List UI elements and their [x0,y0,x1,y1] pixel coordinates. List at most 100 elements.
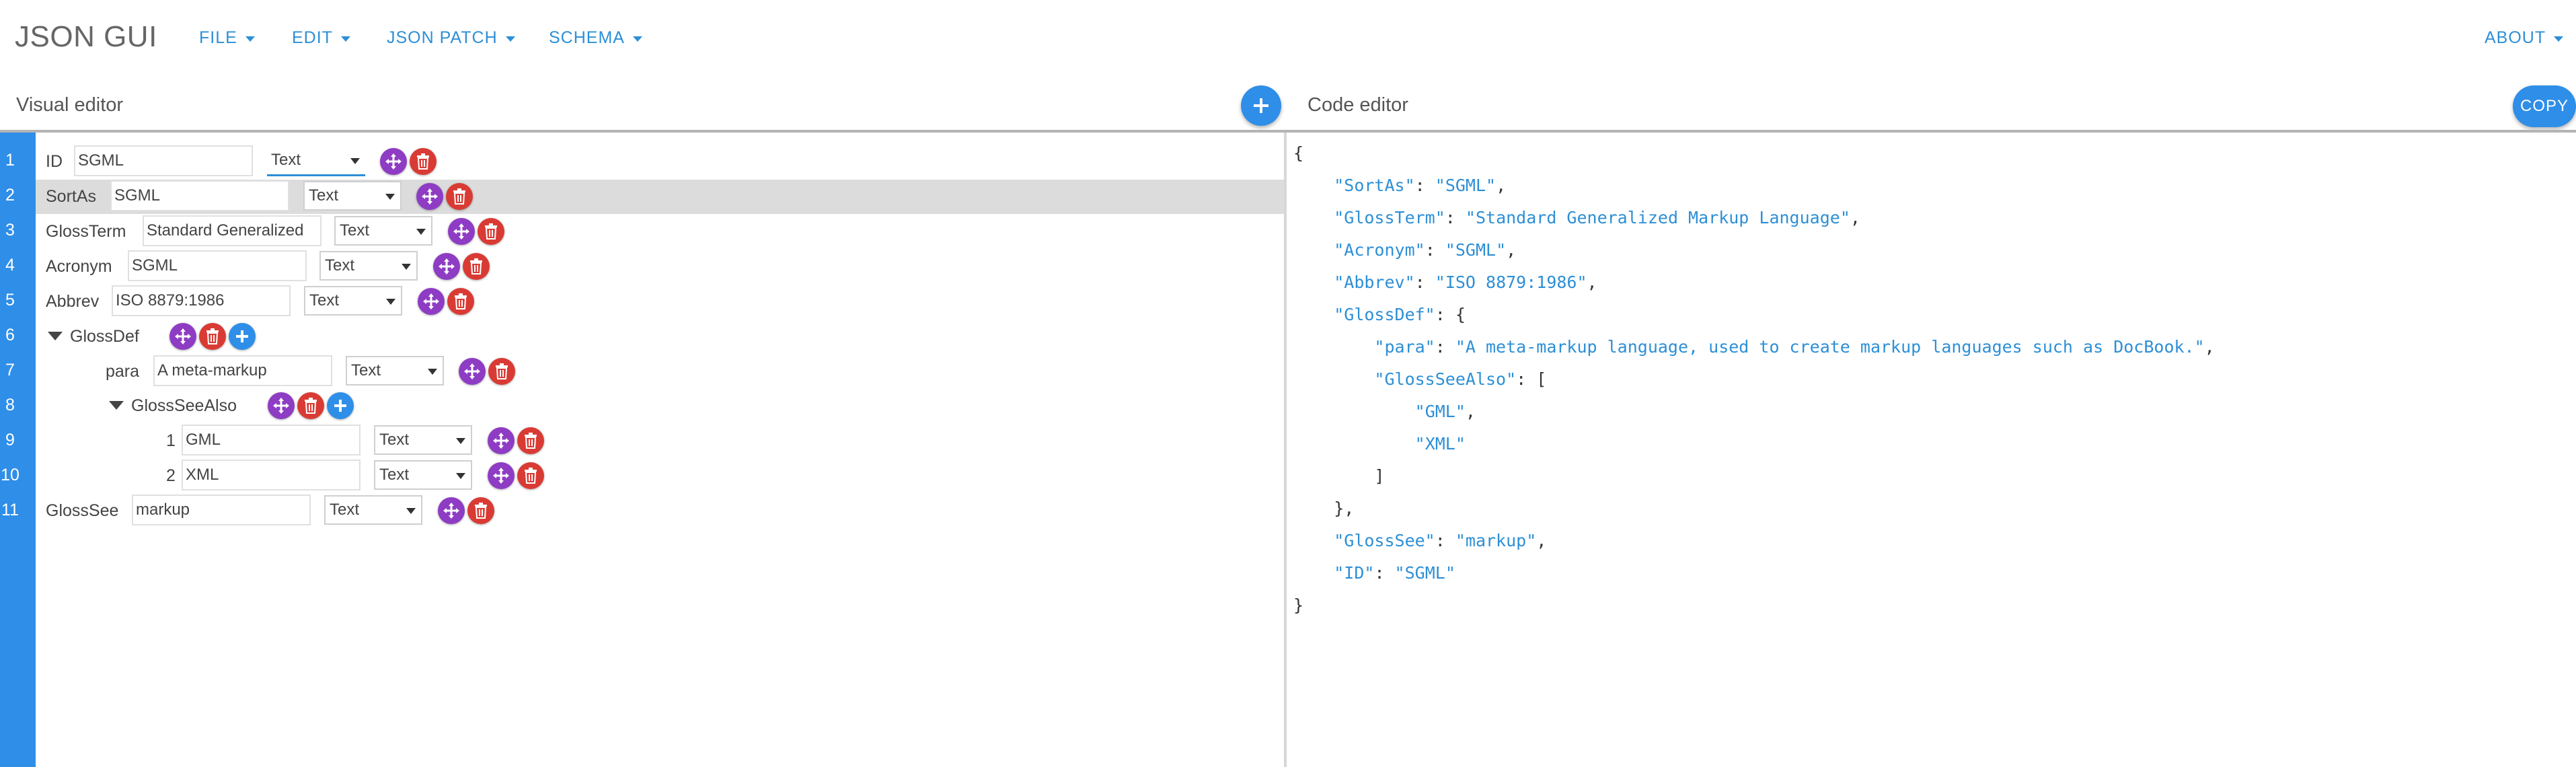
line-number: 4 [5,256,15,275]
code-value: ISO 8879:1986 [1445,272,1577,292]
app-title[interactable]: JSON GUI [15,20,157,54]
collapse-triangle-icon[interactable] [109,401,124,410]
code-value: SGML [1445,176,1486,195]
delete-button[interactable] [297,392,324,419]
code-value: markup [1465,531,1527,550]
menu-file[interactable]: FILE [199,28,255,48]
move-button[interactable] [380,148,407,175]
code-line: { [1293,143,1304,163]
trash-icon [485,223,497,240]
code-line: "GlossDef": { [1334,305,1466,324]
code-line: "Abbrev": "ISO 8879:1986", [1334,272,1597,292]
menu-edit[interactable]: EDIT [292,28,350,48]
type-select[interactable]: Text [374,460,472,490]
chevron-down-icon [2554,36,2564,42]
move-button[interactable] [488,462,515,489]
dropdown-arrow-icon [428,369,437,375]
value-input[interactable]: SGML [128,250,307,281]
move-icon [423,293,439,309]
move-icon [453,223,469,240]
panel-divider[interactable] [1284,133,1287,767]
code-line: ] [1293,466,1385,486]
move-button[interactable] [459,358,486,385]
delete-button[interactable] [467,497,494,524]
menu-about[interactable]: ABOUT [2485,28,2564,48]
key-label[interactable]: GlossDef [70,327,139,346]
delete-button[interactable] [199,323,226,350]
move-icon [493,468,509,484]
move-icon [464,363,480,379]
copy-button[interactable]: COPY [2513,85,2576,127]
code-line: "GlossSeeAlso": [ [1374,369,1547,389]
delete-button[interactable] [410,148,437,175]
dropdown-arrow-icon [456,438,465,444]
key-label[interactable]: SortAs [46,187,96,207]
move-icon [273,398,289,414]
delete-button[interactable] [517,462,544,489]
add-child-button[interactable] [229,323,256,350]
dropdown-arrow-icon [386,299,395,305]
value-input[interactable]: ISO 8879:1986 [112,285,291,316]
move-button[interactable] [268,392,295,419]
move-button[interactable] [418,288,445,315]
delete-button[interactable] [478,218,504,245]
code-value: Standard Generalized Markup Language [1475,208,1840,227]
code-line: }, [1293,499,1355,518]
type-select[interactable]: Text [303,181,402,211]
json-code-view[interactable]: { "SortAs": "SGML", "GlossTerm": "Standa… [1293,137,2215,622]
key-label[interactable]: GlossSee [46,501,118,521]
value-input[interactable]: Standard Generalized [143,215,321,246]
type-select-value: Text [309,186,339,205]
move-button[interactable] [488,427,515,454]
delete-button[interactable] [463,253,490,280]
type-select[interactable]: Text [324,495,422,525]
menu-json-patch[interactable]: JSON PATCH [387,28,515,48]
trash-icon [455,293,467,309]
move-button[interactable] [416,183,443,210]
delete-button[interactable] [446,183,473,210]
code-line: "para": "A meta-markup language, used to… [1374,337,2215,357]
key-label[interactable]: Abbrev [46,292,99,312]
delete-button[interactable] [488,358,515,385]
type-select[interactable]: Text [346,356,444,386]
move-button[interactable] [448,218,475,245]
line-number: 2 [5,186,15,205]
move-button[interactable] [169,323,196,350]
menu-edit-label: EDIT [292,28,333,47]
key-label[interactable]: Acronym [46,257,112,277]
type-select-value: Text [379,431,410,449]
delete-button[interactable] [517,427,544,454]
value-input[interactable]: SGML [74,145,253,176]
type-select[interactable]: Text [334,216,432,246]
move-icon [175,328,191,344]
line-number: 7 [5,361,15,379]
dropdown-arrow-icon [402,264,411,270]
top-navbar: JSON GUI FILE EDIT JSON PATCH SCHEMA ABO… [0,0,2576,77]
delete-button[interactable] [447,288,474,315]
type-select[interactable]: Text [304,286,402,316]
value-input[interactable]: SGML [110,180,289,211]
key-label[interactable]: GlossTerm [46,222,126,242]
type-select[interactable]: Text [267,147,365,176]
code-line: "GlossSee": "markup", [1334,531,1547,550]
key-label[interactable]: ID [46,152,63,172]
collapse-triangle-icon[interactable] [48,332,63,340]
code-line: "SortAs": "SGML", [1334,176,1507,195]
add-child-button[interactable] [327,392,354,419]
move-button[interactable] [438,497,465,524]
menu-json-patch-label: JSON PATCH [387,28,498,47]
value-input[interactable]: XML [182,460,361,490]
dropdown-arrow-icon [416,229,426,235]
menu-schema[interactable]: SCHEMA [549,28,642,48]
key-label[interactable]: para [106,362,139,381]
add-root-button[interactable] [1241,85,1281,126]
value-input[interactable]: A meta-markup [153,355,332,386]
value-input[interactable]: markup [132,495,311,525]
type-select[interactable]: Text [319,251,418,281]
value-input[interactable]: GML [182,425,361,455]
menu-schema-label: SCHEMA [549,28,625,47]
type-select-value: Text [271,151,301,169]
move-button[interactable] [433,253,460,280]
key-label[interactable]: GlossSeeAlso [131,396,237,416]
type-select[interactable]: Text [374,425,472,455]
